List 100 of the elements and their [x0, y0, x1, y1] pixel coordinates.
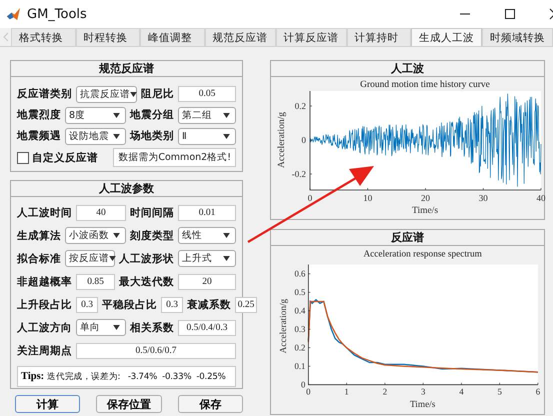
- action-button[interactable]: 保存: [178, 395, 243, 413]
- tick-label: -0.2: [292, 169, 306, 179]
- tick-label: 0: [302, 135, 306, 145]
- tick-label: 0.6: [294, 268, 306, 279]
- caret-icon: [130, 92, 137, 96]
- caret-icon: [223, 233, 230, 238]
- tick-label: 0.2: [294, 101, 306, 111]
- field-label: 时间间隔: [130, 206, 174, 220]
- field-label: 关注周期点: [17, 344, 72, 358]
- chart-title: Ground motion time history curve: [360, 80, 490, 90]
- field-label: 地震频遇: [17, 129, 61, 143]
- input-field[interactable]: 20: [178, 274, 236, 290]
- axis-label: Time/s: [410, 400, 436, 410]
- caret-icon: [113, 134, 120, 138]
- note-text: 数据需为Common2格式!: [113, 148, 236, 167]
- tab[interactable]: 时频域转换: [482, 28, 553, 46]
- tab[interactable]: 格式转换: [11, 28, 76, 46]
- tick-label: 0: [301, 380, 306, 390]
- field-label: 人工波时间: [17, 206, 72, 220]
- axis-label: Time/s: [412, 206, 438, 216]
- field-label: 地震烈度: [17, 108, 61, 122]
- tick-label: 0.1: [294, 361, 306, 372]
- field-label: 地震分组: [130, 108, 174, 122]
- checkbox-label: 自定义反应谱: [32, 150, 98, 164]
- axis-label: Acceleration/g: [278, 298, 289, 354]
- field-label: 相关系数: [130, 320, 174, 334]
- tick-label: 0: [306, 386, 311, 396]
- input-field[interactable]: 0.3: [76, 296, 98, 312]
- input-field[interactable]: 0.01: [178, 204, 236, 220]
- dropdown[interactable]: 按反应谱: [65, 250, 115, 267]
- tab[interactable]: 峰值调整: [140, 28, 204, 46]
- field-label: 人工波方向: [17, 320, 72, 334]
- dropdown[interactable]: 第二组: [178, 106, 236, 124]
- tick-label: 0.3: [294, 324, 306, 334]
- field-label: 反应谱类别: [17, 87, 72, 101]
- tick-label: 1: [344, 386, 349, 396]
- dropdown[interactable]: 单向: [76, 319, 126, 336]
- tips-text: 迭代完成，误差为: -3.74% -0.33% -0.25%: [47, 370, 226, 382]
- field-label: 平稳段占比: [102, 298, 157, 312]
- tab[interactable]: 规范反应谱: [204, 28, 276, 46]
- action-button[interactable]: 保存位置: [96, 395, 162, 413]
- panel-title: 反应谱: [271, 230, 544, 246]
- caret-icon: [109, 256, 116, 261]
- caret-icon: [223, 256, 230, 261]
- caret-icon: [113, 233, 120, 238]
- dropdown[interactable]: 8度: [65, 106, 126, 124]
- input-field[interactable]: 0.05: [178, 86, 236, 102]
- caret-icon: [223, 112, 230, 118]
- tick-label: 40: [536, 193, 546, 203]
- window-title: GM_Tools: [27, 6, 87, 22]
- field-label: 场地类别: [130, 129, 174, 143]
- input-field[interactable]: 0.5/0.6/0.7: [76, 342, 236, 358]
- chart-title: Acceleration response spectrum: [363, 250, 482, 260]
- field-label: 上升段占比: [17, 298, 72, 312]
- tips-label: Tips:: [21, 371, 44, 382]
- tick-label: 2: [382, 386, 388, 396]
- tab[interactable]: 时程转换: [76, 28, 140, 46]
- tab[interactable]: 生成人工波: [411, 28, 482, 46]
- input-field[interactable]: 0.5/0.4/0.3: [178, 320, 236, 336]
- tick-label: 5: [497, 386, 502, 396]
- tab[interactable]: 计算持时: [346, 28, 411, 46]
- tick-label: 30: [478, 193, 488, 203]
- tick-label: 0.2: [294, 342, 306, 353]
- tick-label: 20: [421, 193, 430, 203]
- input-field[interactable]: 40: [76, 204, 126, 220]
- tick-label: 10: [363, 193, 372, 203]
- caret-icon: [113, 112, 120, 118]
- maximize-icon[interactable]: [504, 8, 516, 20]
- tick-label: 0.5: [294, 287, 306, 298]
- field-label: 最大迭代数: [119, 274, 174, 288]
- tick-label: 0: [308, 193, 312, 203]
- panel-title: 规范反应谱: [11, 61, 242, 77]
- dropdown[interactable]: Ⅱ: [178, 128, 236, 144]
- field-label: 人工波形状: [119, 252, 174, 266]
- dropdown[interactable]: 小波函数: [65, 227, 126, 244]
- input-field[interactable]: 0.25: [235, 296, 257, 312]
- dropdown[interactable]: 抗震反应谱: [76, 86, 137, 102]
- field-label: 拟合标准: [17, 252, 61, 266]
- action-button[interactable]: 计算: [15, 395, 80, 413]
- dropdown[interactable]: 线性: [178, 227, 236, 244]
- dropdown[interactable]: 上升式: [178, 250, 236, 267]
- caret-icon: [223, 134, 230, 138]
- field-label: 衰减系数: [187, 298, 231, 312]
- tick-label: 6: [536, 386, 540, 396]
- input-field[interactable]: 0.3: [161, 296, 183, 312]
- tick-label: 3: [420, 386, 426, 396]
- caret-icon: [113, 325, 120, 330]
- dropdown[interactable]: 设防地震: [65, 128, 126, 144]
- input-field[interactable]: 0.85: [76, 274, 115, 290]
- axis-label: Acceleration/g: [277, 112, 287, 168]
- field-label: 阻尼比: [141, 87, 174, 101]
- panel-title: 人工波: [271, 61, 544, 77]
- field-label: 生成算法: [17, 228, 61, 242]
- tab[interactable]: 计算反应谱: [276, 28, 346, 46]
- app-icon: [6, 6, 21, 22]
- checkbox[interactable]: [17, 152, 29, 164]
- panel-title: 人工波参数: [11, 181, 242, 197]
- field-label: 刻度类型: [130, 228, 174, 242]
- tick-label: 4: [459, 386, 464, 396]
- tick-label: 0.4: [294, 306, 306, 316]
